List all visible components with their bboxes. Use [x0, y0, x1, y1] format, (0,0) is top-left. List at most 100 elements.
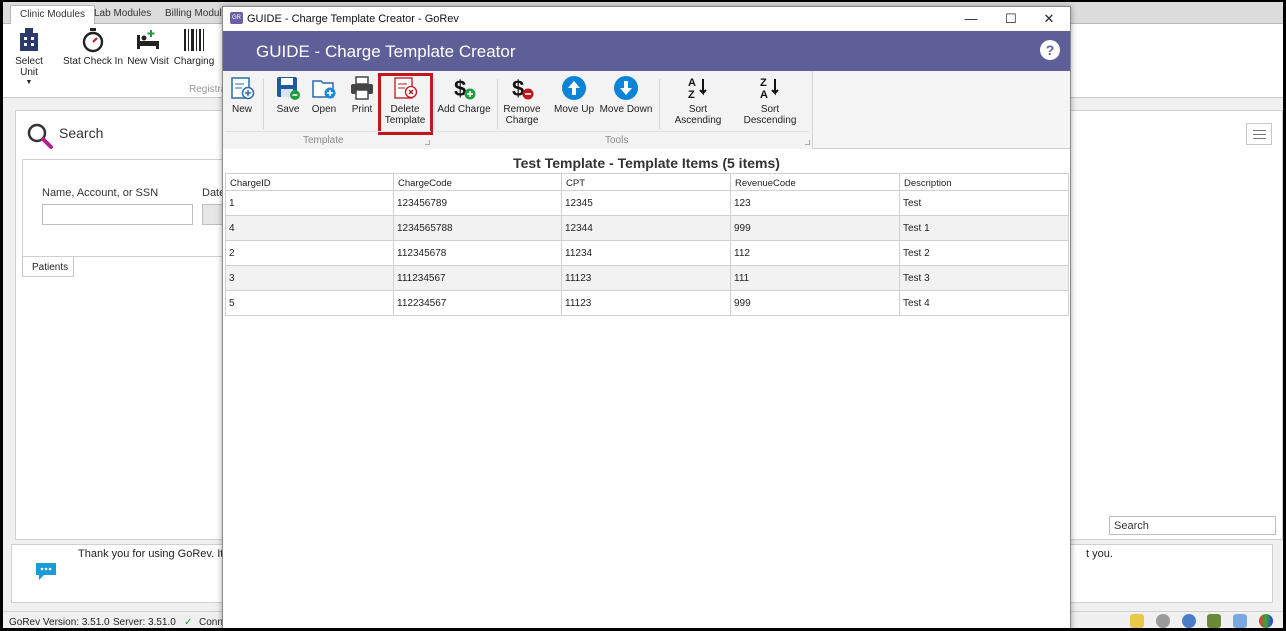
- column-header-chargecode[interactable]: ChargeCode: [393, 173, 562, 191]
- move-down-button[interactable]: Move Down: [599, 75, 653, 115]
- print-button[interactable]: Print: [347, 75, 377, 115]
- cell-chargeid: 5: [225, 290, 394, 316]
- ribbon: New Save Open Print Delete Template Temp…: [223, 71, 1070, 149]
- name-account-ssn-input[interactable]: [42, 204, 193, 225]
- dialog-launcher-icon[interactable]: [805, 140, 810, 145]
- tools-group-label: Tools: [605, 135, 629, 146]
- new-button[interactable]: New: [227, 75, 257, 115]
- message-text-tail: t you.: [1086, 548, 1113, 560]
- stopwatch-icon: [82, 28, 104, 53]
- svg-text:A: A: [688, 77, 696, 89]
- open-label: Open: [311, 104, 337, 115]
- move-up-label: Move Up: [553, 104, 594, 115]
- save-label: Save: [276, 104, 300, 115]
- header-title: GUIDE - Charge Template Creator: [256, 42, 516, 61]
- cell-chargecode: 1234565788: [393, 215, 562, 241]
- gear-icon[interactable]: [1155, 614, 1170, 628]
- close-button[interactable]: ✕: [1039, 10, 1059, 28]
- column-header-revenuecode[interactable]: RevenueCode: [730, 173, 900, 191]
- svg-text:$: $: [454, 76, 466, 101]
- cell-revenuecode: 112: [730, 240, 900, 266]
- barcode-icon: [184, 29, 204, 51]
- cell-chargeid: 2: [225, 240, 394, 266]
- message-text: Thank you for using GoRev. It: [78, 548, 224, 560]
- tab-lab-modules[interactable]: Lab Modules: [85, 5, 160, 24]
- arrow-up-icon: [562, 76, 586, 100]
- notification-icon[interactable]: [1130, 614, 1145, 628]
- chat-bubble-icon: [36, 563, 56, 580]
- ribbon-group-label: Registra: [189, 84, 227, 95]
- sort-descending-icon: ZA: [760, 77, 779, 101]
- cell-description: Test: [899, 190, 1069, 216]
- table-row[interactable]: 1 123456789 12345 123 Test: [225, 190, 1069, 216]
- select-unit-button[interactable]: Select Unit ▼: [7, 27, 51, 86]
- ribbon-separator: [263, 79, 264, 129]
- name-account-ssn-label: Name, Account, or SSN: [42, 187, 159, 199]
- column-header-description[interactable]: Description: [899, 173, 1069, 191]
- arrow-down-icon: [614, 76, 638, 100]
- add-charge-label: Add Charge: [437, 104, 491, 115]
- tab-patients[interactable]: Patients: [22, 257, 74, 277]
- cell-cpt: 12344: [561, 215, 731, 241]
- star-icon[interactable]: [1233, 614, 1248, 628]
- help-icon[interactable]: ?: [1040, 40, 1060, 60]
- new-visit-button[interactable]: New Visit: [127, 27, 169, 67]
- cell-cpt: 11123: [561, 290, 731, 316]
- sort-ascending-button[interactable]: AZ Sort Ascending: [665, 75, 731, 126]
- dialog-launcher-icon[interactable]: [425, 140, 430, 145]
- dollar-add-icon: $: [454, 76, 476, 101]
- add-charge-button[interactable]: $ Add Charge: [437, 75, 491, 115]
- app-icon: GR: [230, 12, 243, 24]
- open-folder-icon: [312, 80, 336, 99]
- help-icon[interactable]: [1181, 614, 1196, 628]
- window-title: GUIDE - Charge Template Creator - GoRev: [247, 13, 459, 25]
- tab-clinic-modules[interactable]: Clinic Modules: [10, 5, 96, 24]
- sort-descending-button[interactable]: ZA Sort Descending: [735, 75, 805, 126]
- new-label: New: [231, 104, 252, 115]
- cell-description: Test 4: [899, 290, 1069, 316]
- ribbon-separator: [497, 79, 498, 129]
- svg-text:$: $: [512, 76, 524, 101]
- new-document-icon: [231, 77, 255, 100]
- svg-text:Z: Z: [760, 77, 767, 89]
- open-button[interactable]: Open: [309, 75, 339, 115]
- color-palette-icon[interactable]: [1259, 614, 1273, 628]
- table-row[interactable]: 5 112234567 11123 999 Test 4: [225, 290, 1069, 316]
- cell-chargecode: 123456789: [393, 190, 562, 216]
- template-items-grid: ChargeID ChargeCode CPT RevenueCode Desc…: [225, 173, 1069, 316]
- table-row[interactable]: 2 112345678 11234 112 Test 2: [225, 240, 1069, 266]
- table-row[interactable]: 4 1234565788 12344 999 Test 1: [225, 215, 1069, 241]
- ribbon-separator: [659, 79, 660, 129]
- minimize-button[interactable]: —: [961, 10, 981, 28]
- svg-text:Z: Z: [688, 89, 695, 101]
- window-header: GUIDE - Charge Template Creator ?: [223, 31, 1070, 71]
- cell-cpt: 11234: [561, 240, 731, 266]
- maximize-button[interactable]: ☐: [1001, 10, 1021, 28]
- search-icon: [27, 123, 53, 149]
- remove-charge-label-line2: Charge: [505, 115, 539, 126]
- charging-button[interactable]: Charging: [173, 27, 215, 67]
- bug-icon[interactable]: [1207, 614, 1222, 628]
- grid-header-row: ChargeID ChargeCode CPT RevenueCode Desc…: [225, 173, 1069, 191]
- connection-text: Conn: [199, 617, 223, 628]
- column-header-chargeid[interactable]: ChargeID: [225, 173, 394, 191]
- column-header-cpt[interactable]: CPT: [561, 173, 731, 191]
- window-titlebar: GR GUIDE - Charge Template Creator - GoR…: [223, 7, 1070, 31]
- cell-chargeid: 4: [225, 215, 394, 241]
- sort-ascending-icon: AZ: [688, 77, 707, 101]
- status-icons: [1121, 614, 1273, 628]
- search-title: Search: [59, 125, 104, 141]
- cell-cpt: 12345: [561, 190, 731, 216]
- table-row[interactable]: 3 111234567 11123 111 Test 3: [225, 265, 1069, 291]
- save-icon: [277, 77, 300, 100]
- stat-check-in-button[interactable]: Stat Check In: [61, 27, 125, 67]
- grid-search-input[interactable]: Search: [1109, 516, 1276, 535]
- cell-revenuecode: 123: [730, 190, 900, 216]
- select-unit-label: Select Unit: [15, 56, 43, 78]
- remove-charge-button[interactable]: $ Remove Charge: [501, 75, 543, 126]
- cell-chargecode: 111234567: [393, 265, 562, 291]
- save-button[interactable]: Save: [273, 75, 303, 115]
- move-up-button[interactable]: Move Up: [553, 75, 595, 115]
- print-label: Print: [351, 104, 373, 115]
- menu-icon[interactable]: [1246, 123, 1272, 145]
